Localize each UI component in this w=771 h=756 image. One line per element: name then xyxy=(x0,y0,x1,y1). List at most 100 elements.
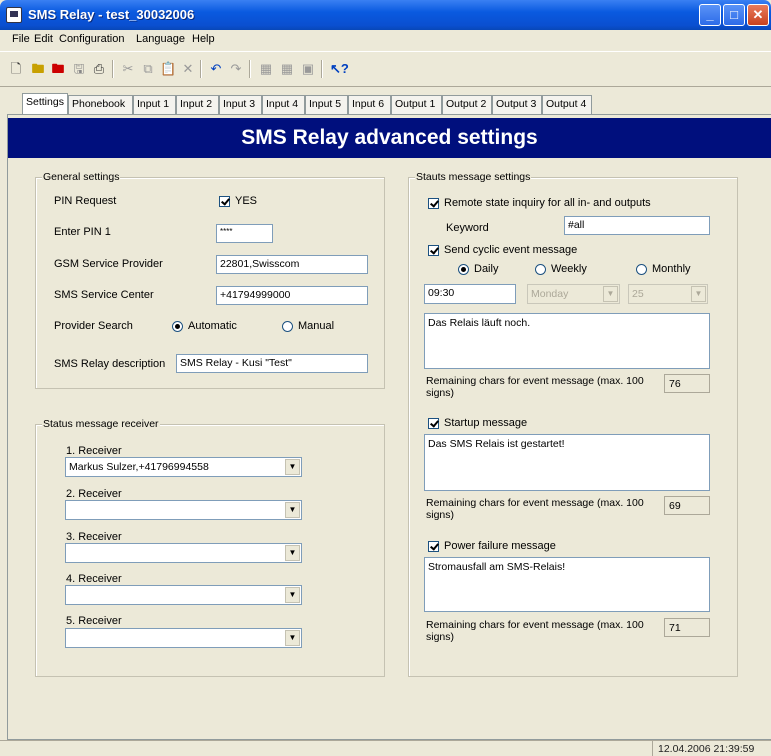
weekday-value: Monday xyxy=(531,288,569,300)
maximize-button[interactable]: □ xyxy=(723,4,745,26)
open-red-icon[interactable]: 🖿 xyxy=(50,61,66,77)
tab-input-5[interactable]: Input 5 xyxy=(305,95,348,114)
tab-output-3[interactable]: Output 3 xyxy=(492,95,542,114)
pin-request-checkbox[interactable] xyxy=(219,196,230,207)
receiver-5-select[interactable]: ▼ xyxy=(65,628,302,648)
startup-checkbox[interactable] xyxy=(428,418,439,429)
read-device-icon[interactable]: ▦ xyxy=(258,61,274,77)
group-title: Status message receiver xyxy=(42,418,160,430)
menu-edit[interactable]: Edit xyxy=(34,33,53,45)
remaining-event-label: Remaining chars for event message (max. … xyxy=(426,375,644,399)
daily-radio[interactable] xyxy=(458,264,469,275)
monthly-label: Monthly xyxy=(652,263,691,275)
remaining-startup-label: Remaining chars for event message (max. … xyxy=(426,497,644,521)
description-input[interactable]: SMS Relay - Kusi "Test" xyxy=(176,354,368,373)
close-button[interactable]: ✕ xyxy=(747,4,769,26)
cyclic-label: Send cyclic event message xyxy=(444,244,578,256)
receiver-3-label: 3. Receiver xyxy=(66,531,122,543)
remote-inquiry-checkbox[interactable] xyxy=(428,198,439,209)
event-message-textarea[interactable]: Das Relais läuft noch. xyxy=(424,313,710,369)
toolbar: 🗋 🖿 🖿 🖫 ⎙ ✂ ⧉ 📋 ✕ ↶ ↷ ▦ ▦ ▣ ↖? xyxy=(0,51,771,87)
search-automatic-radio[interactable] xyxy=(172,321,183,332)
monthday-select: 25 ▼ xyxy=(628,284,708,304)
group-title: General settings xyxy=(42,171,121,183)
receiver-4-select[interactable]: ▼ xyxy=(65,585,302,605)
pin-request-label: PIN Request xyxy=(54,195,117,207)
tab-input-3[interactable]: Input 3 xyxy=(219,95,262,114)
new-icon[interactable]: 🗋 xyxy=(8,61,24,77)
chevron-down-icon[interactable]: ▼ xyxy=(285,459,300,475)
power-failure-checkbox[interactable] xyxy=(428,541,439,552)
search-manual-radio[interactable] xyxy=(282,321,293,332)
group-title: Stauts message settings xyxy=(415,171,532,183)
app-icon xyxy=(6,7,22,23)
provider-search-label: Provider Search xyxy=(54,320,133,332)
menu-configuration[interactable]: Configuration xyxy=(59,33,124,45)
paste-icon[interactable]: 📋 xyxy=(160,61,176,77)
chevron-down-icon: ▼ xyxy=(691,286,706,302)
provider-input[interactable]: 22801,Swisscom xyxy=(216,255,368,274)
tab-phonebook[interactable]: Phonebook xyxy=(68,95,133,114)
save-icon[interactable]: 🖫 xyxy=(71,61,87,77)
tab-input-6[interactable]: Input 6 xyxy=(348,95,391,114)
title-bar[interactable]: SMS Relay - test_30032006 _ □ ✕ xyxy=(0,0,771,30)
remaining-event-count: 76 xyxy=(664,374,710,393)
cut-icon[interactable]: ✂ xyxy=(120,61,136,77)
toolbar-separator xyxy=(249,60,251,78)
monthly-radio[interactable] xyxy=(636,264,647,275)
status-divider xyxy=(652,741,653,756)
service-center-label: SMS Service Center xyxy=(54,289,154,301)
pin-input[interactable]: **** xyxy=(216,224,273,243)
power-failure-textarea[interactable]: Stromausfall am SMS-Relais! xyxy=(424,557,710,612)
help-icon[interactable]: ↖? xyxy=(330,61,349,77)
chevron-down-icon[interactable]: ▼ xyxy=(285,502,300,518)
device-icon[interactable]: ▣ xyxy=(300,61,316,77)
tab-output-1[interactable]: Output 1 xyxy=(391,95,442,114)
tab-settings[interactable]: Settings xyxy=(22,93,68,114)
keyword-input[interactable]: #all xyxy=(564,216,710,235)
keyword-label: Keyword xyxy=(446,222,489,234)
startup-message-textarea[interactable]: Das SMS Relais ist gestartet! xyxy=(424,434,710,491)
toolbar-separator xyxy=(112,60,114,78)
write-device-icon[interactable]: ▦ xyxy=(279,61,295,77)
receiver-1-label: 1. Receiver xyxy=(66,445,122,457)
weekly-label: Weekly xyxy=(551,263,587,275)
redo-icon[interactable]: ↷ xyxy=(228,61,244,77)
menu-file[interactable]: File xyxy=(12,33,30,45)
status-bar: 12.04.2006 21:39:59 xyxy=(0,740,771,756)
open-icon[interactable]: 🖿 xyxy=(30,61,46,77)
tab-output-4[interactable]: Output 4 xyxy=(542,95,592,114)
description-label: SMS Relay description xyxy=(54,358,166,370)
copy-icon[interactable]: ⧉ xyxy=(140,61,156,77)
daily-label: Daily xyxy=(474,263,499,275)
provider-label: GSM Service Provider xyxy=(54,258,163,270)
menu-language[interactable]: Language xyxy=(136,33,185,45)
undo-icon[interactable]: ↶ xyxy=(208,61,224,77)
tab-output-2[interactable]: Output 2 xyxy=(442,95,492,114)
time-input[interactable]: 09:30 xyxy=(424,284,516,304)
tab-input-1[interactable]: Input 1 xyxy=(133,95,176,114)
tab-input-2[interactable]: Input 2 xyxy=(176,95,219,114)
delete-icon[interactable]: ✕ xyxy=(180,61,196,77)
receiver-2-select[interactable]: ▼ xyxy=(65,500,302,520)
menu-bar: File Edit Configuration Language Help xyxy=(0,30,771,50)
menu-help[interactable]: Help xyxy=(192,33,215,45)
receiver-3-select[interactable]: ▼ xyxy=(65,543,302,563)
cyclic-checkbox[interactable] xyxy=(428,245,439,256)
weekly-radio[interactable] xyxy=(535,264,546,275)
print-icon[interactable]: ⎙ xyxy=(91,61,107,77)
minimize-button[interactable]: _ xyxy=(699,4,721,26)
monthday-value: 25 xyxy=(632,288,644,300)
tab-input-4[interactable]: Input 4 xyxy=(262,95,305,114)
service-center-input[interactable]: +41794999000 xyxy=(216,286,368,305)
page-title: SMS Relay advanced settings xyxy=(8,118,771,158)
remaining-power-count: 71 xyxy=(664,618,710,637)
chevron-down-icon: ▼ xyxy=(603,286,618,302)
chevron-down-icon[interactable]: ▼ xyxy=(285,587,300,603)
toolbar-separator xyxy=(321,60,323,78)
startup-label: Startup message xyxy=(444,417,528,429)
toolbar-separator xyxy=(200,60,202,78)
chevron-down-icon[interactable]: ▼ xyxy=(285,545,300,561)
receiver-1-select[interactable]: Markus Sulzer,+41796994558 ▼ xyxy=(65,457,302,477)
chevron-down-icon[interactable]: ▼ xyxy=(285,630,300,646)
